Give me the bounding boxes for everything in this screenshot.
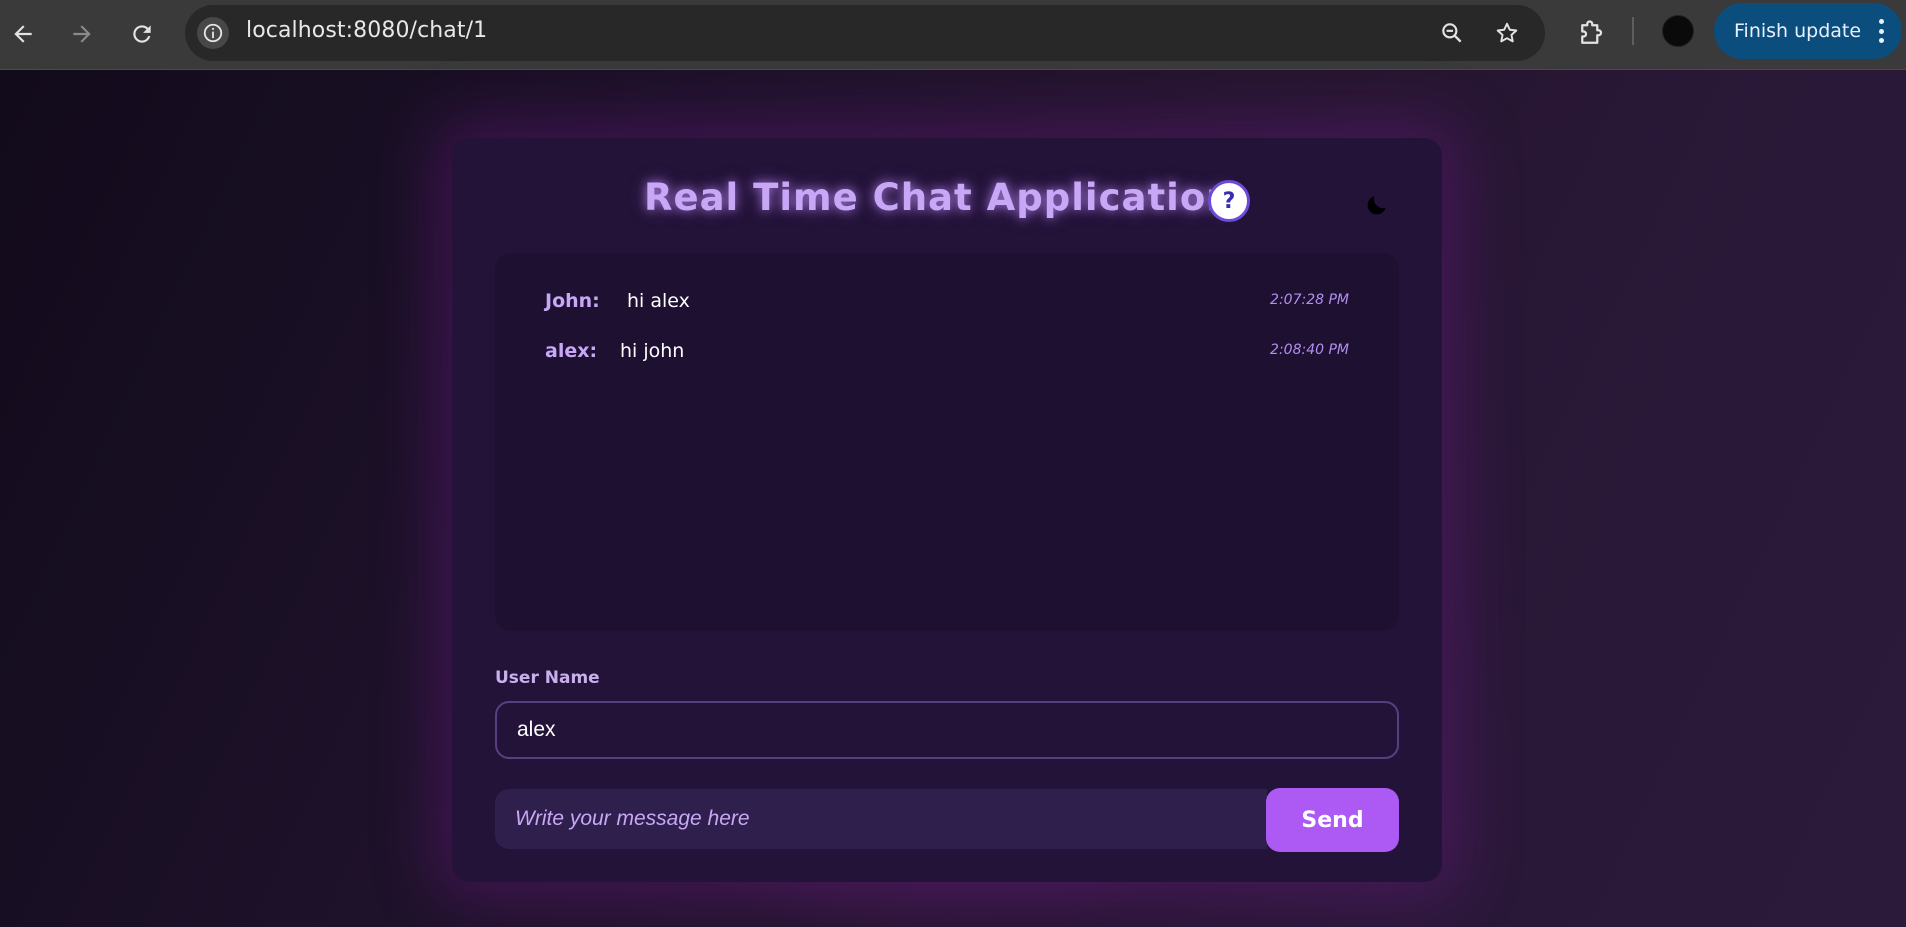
moon-icon[interactable] <box>1364 192 1390 218</box>
compose-row: Send <box>495 788 1399 852</box>
finish-update-button[interactable]: Finish update <box>1714 3 1902 59</box>
bookmark-button[interactable] <box>1491 17 1523 49</box>
message-time: 2:07:28 PM <box>1270 292 1349 308</box>
url-text[interactable]: localhost:8080/chat/1 <box>246 18 487 43</box>
info-icon <box>203 23 223 43</box>
list-item: John: hi alex 2:07:28 PM <box>495 286 1399 320</box>
kebab-menu-icon[interactable] <box>1878 19 1884 43</box>
send-button[interactable]: Send <box>1266 788 1399 852</box>
browser-toolbar: localhost:8080/chat/1 Finish update <box>0 0 1906 70</box>
back-button[interactable] <box>1 12 45 56</box>
message-sender: alex: <box>545 340 598 362</box>
reload-icon <box>133 25 151 43</box>
zoom-out-icon <box>1442 23 1462 43</box>
list-item: alex: hi john 2:08:40 PM <box>495 336 1399 370</box>
arrow-left-icon <box>14 25 32 43</box>
message-input[interactable] <box>495 789 1267 849</box>
forward-button[interactable] <box>60 12 104 56</box>
message-sender: John: <box>545 290 600 312</box>
username-label: User Name <box>495 668 600 688</box>
chat-card: Real Time Chat Application ? John: hi al… <box>452 138 1442 882</box>
extensions-button[interactable] <box>1571 14 1611 54</box>
message-text: hi john <box>620 340 685 362</box>
zoom-button[interactable] <box>1436 17 1468 49</box>
message-list: John: hi alex 2:07:28 PM alex: hi john 2… <box>495 253 1399 631</box>
reload-button[interactable] <box>120 12 164 56</box>
profile-avatar[interactable] <box>1662 15 1694 47</box>
page-title: Real Time Chat Application <box>644 176 1234 219</box>
toolbar-divider <box>1632 17 1634 45</box>
puzzle-icon <box>1581 20 1603 44</box>
star-icon <box>1496 22 1518 43</box>
help-button[interactable]: ? <box>1208 180 1250 222</box>
address-bar[interactable]: localhost:8080/chat/1 <box>185 5 1545 61</box>
finish-update-label: Finish update <box>1734 20 1862 42</box>
message-time: 2:08:40 PM <box>1270 342 1349 358</box>
username-field[interactable] <box>495 701 1399 759</box>
site-info-button[interactable] <box>197 17 229 49</box>
arrow-right-icon <box>73 25 91 43</box>
header: Real Time Chat Application ? <box>452 170 1442 230</box>
message-text: hi alex <box>627 290 690 312</box>
